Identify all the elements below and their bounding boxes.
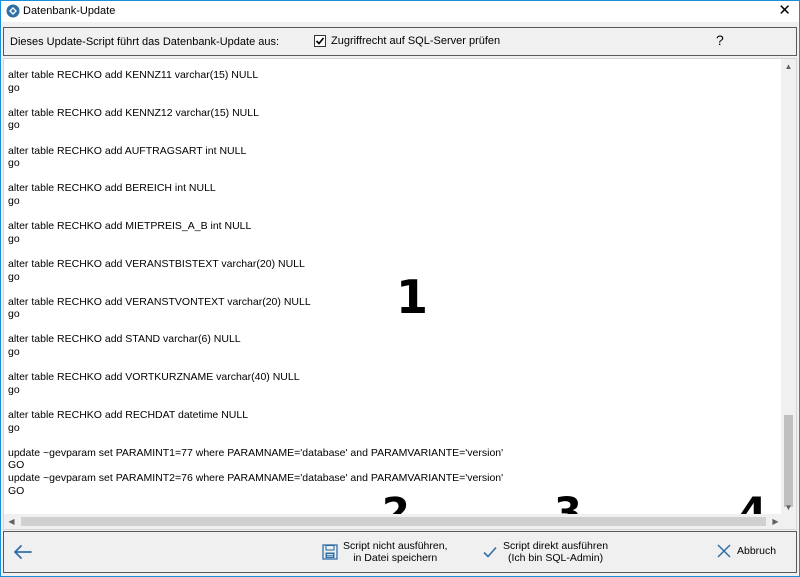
vertical-scrollbar[interactable]: ▲ ▼	[781, 59, 796, 515]
update-dialog: Datenbank-Update ✕ Dieses Update-Script …	[0, 0, 800, 577]
sql-permission-checkbox[interactable]: Zugriffrecht auf SQL-Server prüfen	[314, 35, 500, 47]
close-icon[interactable]: ✕	[778, 2, 791, 19]
scroll-up-icon[interactable]: ▲	[781, 59, 796, 74]
checkmark-icon	[483, 546, 497, 558]
window-title: Datenbank-Update	[23, 5, 116, 17]
execute-button-line2: (Ich bin SQL-Admin)	[507, 552, 604, 564]
checkbox-box[interactable]	[314, 35, 326, 47]
script-text[interactable]: alter table RECHKO add KENNZ11 varchar(1…	[8, 69, 778, 509]
help-button[interactable]: ?	[716, 32, 724, 48]
cancel-button[interactable]: Abbruch	[716, 543, 776, 559]
x-mark-icon	[717, 544, 731, 558]
scroll-left-icon[interactable]: ◀	[4, 514, 19, 529]
save-button-line2: in Datei speichern	[353, 552, 438, 564]
script-editor[interactable]: alter table RECHKO add KENNZ11 varchar(1…	[3, 58, 797, 530]
app-logo-icon	[6, 4, 20, 18]
arrow-left-icon[interactable]	[12, 542, 34, 562]
title-bar: Datenbank-Update ✕	[1, 1, 799, 22]
cancel-button-label: Abbruch	[737, 545, 777, 557]
save-button-line1: Script nicht ausführen,	[343, 540, 448, 552]
scroll-corner	[781, 514, 796, 529]
scroll-down-icon[interactable]: ▼	[781, 500, 796, 515]
action-bar: Script nicht ausführen, in Datei speiche…	[3, 531, 797, 573]
annotation-1: 1	[396, 270, 429, 324]
floppy-disk-icon	[322, 544, 338, 560]
vertical-scroll-thumb[interactable]	[784, 415, 793, 507]
horizontal-scrollbar[interactable]: ◀ ▶	[4, 514, 783, 529]
horizontal-scroll-thumb[interactable]	[21, 517, 766, 526]
save-to-file-button[interactable]: Script nicht ausführen, in Datei speiche…	[322, 540, 447, 564]
checkbox-label: Zugriffrecht auf SQL-Server prüfen	[331, 35, 501, 47]
execute-button-line1: Script direkt ausführen	[503, 540, 609, 552]
script-description-label: Dieses Update-Script führt das Datenbank…	[10, 36, 280, 48]
options-bar: Dieses Update-Script führt das Datenbank…	[3, 27, 797, 56]
check-mark-icon	[315, 37, 325, 45]
execute-script-button[interactable]: Script direkt ausführen (Ich bin SQL-Adm…	[482, 540, 608, 564]
